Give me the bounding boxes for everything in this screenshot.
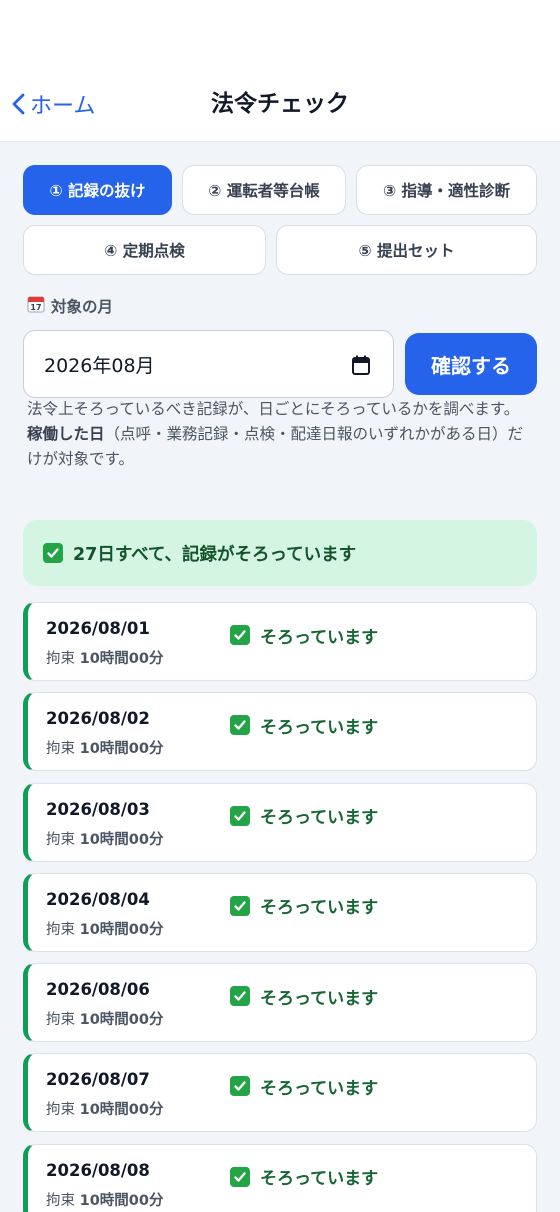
tab-periodic-inspection[interactable]: ④ 定期点検	[23, 225, 266, 275]
day-hours-value: 10時間00分	[79, 1102, 164, 1119]
day-status-text: そろっています	[260, 1169, 379, 1190]
confirm-button[interactable]: 確認する	[405, 333, 537, 395]
day-card[interactable]: 2026/08/02 拘束 10時間00分 そろっています	[23, 692, 537, 772]
day-status: そろっています	[230, 984, 379, 1009]
check-icon	[230, 625, 250, 645]
day-status-text: そろっています	[260, 1078, 379, 1099]
description: 法令上そろっているべき記録が、日ごとにそろっているかを調べます。 稼働した日（点…	[27, 397, 532, 472]
day-date: 2026/08/06	[46, 980, 150, 1000]
summary-text: 27日すべて、記録がそろっています	[73, 544, 357, 565]
description-line-2: 稼働した日（点呼・業務記録・点検・配達日報のいずれかがある日）だけが対象です。	[27, 422, 532, 472]
day-hours-prefix: 拘束	[46, 741, 75, 758]
day-date: 2026/08/03	[46, 799, 150, 819]
description-line-1: 法令上そろっているべき記録が、日ごとにそろっているかを調べます。	[27, 400, 520, 418]
day-hours: 拘束 10時間00分	[46, 918, 163, 939]
day-card[interactable]: 2026/08/01 拘束 10時間00分 そろっています	[23, 602, 537, 681]
month-input-value: 2026年08月	[44, 354, 155, 377]
check-icon	[230, 986, 250, 1007]
tab-guidance-aptitude[interactable]: ③ 指導・適性診断	[356, 165, 537, 215]
day-hours-prefix: 拘束	[46, 1102, 75, 1119]
svg-text:17: 17	[30, 303, 41, 312]
day-card[interactable]: 2026/08/07 拘束 10時間00分 そろっています	[23, 1053, 537, 1133]
day-status: そろっています	[230, 623, 379, 648]
month-input[interactable]: 2026年08月	[23, 330, 394, 398]
description-emphasis: 稼働した日	[27, 425, 105, 443]
check-icon	[230, 1166, 250, 1187]
day-list: 2026/08/01 拘束 10時間00分 そろっています 2026/08/02…	[23, 602, 537, 1212]
day-hours-value: 10時間00分	[79, 921, 164, 938]
day-status: そろっています	[230, 894, 378, 918]
day-status-text: そろっています	[260, 808, 379, 829]
day-status: そろっています	[230, 1165, 378, 1189]
day-hours: 拘束 10時間00分	[46, 1008, 163, 1029]
day-date: 2026/08/02	[46, 709, 150, 729]
day-card[interactable]: 2026/08/03 拘束 10時間00分 そろっています	[23, 782, 537, 862]
check-icon	[230, 805, 250, 826]
day-hours-value: 10時間00分	[79, 741, 164, 758]
day-status-text: そろっています	[260, 717, 379, 738]
day-hours: 拘束 10時間00分	[46, 1189, 163, 1210]
day-card[interactable]: 2026/08/08 拘束 10時間00分 そろっています	[23, 1143, 537, 1212]
tab-row-1: ① 記録の抜け ② 運転者等台帳 ③ 指導・適性診断	[23, 165, 537, 215]
tab-row-2: ④ 定期点検 ⑤ 提出セット	[23, 225, 537, 275]
calendar-picker-icon[interactable]	[351, 354, 371, 376]
day-hours-prefix: 拘束	[46, 1192, 75, 1209]
day-hours: 拘束 10時間00分	[46, 828, 163, 849]
day-status: そろっています	[230, 1074, 379, 1099]
day-hours-prefix: 拘束	[46, 651, 75, 667]
day-hours: 拘束 10時間00分	[46, 1098, 163, 1119]
month-label: 17 対象の月	[27, 294, 113, 318]
day-hours-value: 10時間00分	[79, 1192, 164, 1209]
day-date: 2026/08/08	[46, 1160, 150, 1180]
calendar-icon: 17	[27, 295, 45, 317]
day-status-text: そろっています	[260, 988, 379, 1009]
day-hours-value: 10時間00分	[79, 1012, 164, 1029]
day-hours-prefix: 拘束	[46, 1012, 75, 1029]
tab-missing-records[interactable]: ① 記録の抜け	[23, 165, 172, 215]
page-title: 法令チェック	[211, 91, 349, 117]
day-date: 2026/08/04	[46, 889, 150, 909]
day-hours-value: 10時間00分	[79, 651, 164, 667]
day-date: 2026/08/07	[46, 1070, 150, 1090]
tab-driver-ledger[interactable]: ② 運転者等台帳	[182, 165, 346, 215]
day-hours-prefix: 拘束	[46, 921, 75, 938]
check-icon	[230, 715, 250, 736]
day-date: 2026/08/01	[46, 619, 150, 638]
day-status: そろっています	[230, 804, 378, 828]
day-hours-value: 10時間00分	[79, 831, 164, 848]
summary-banner: 27日すべて、記録がそろっています	[23, 520, 537, 586]
tab-submission-set[interactable]: ⑤ 提出セット	[276, 225, 537, 275]
day-hours: 拘束 10時間00分	[46, 737, 163, 758]
day-card[interactable]: 2026/08/06 拘束 10時間00分 そろっています	[23, 963, 537, 1043]
day-hours: 拘束 10時間00分	[46, 647, 163, 668]
check-icon	[43, 543, 63, 563]
day-status: そろっています	[230, 713, 379, 738]
day-hours-prefix: 拘束	[46, 831, 75, 848]
day-status-text: そろっています	[260, 898, 379, 919]
day-status-text: そろっています	[260, 627, 379, 648]
navigation-bar: ホーム 法令チェック	[0, 0, 560, 142]
month-label-text: 対象の月	[51, 298, 114, 316]
check-icon	[230, 1076, 250, 1097]
check-icon	[230, 895, 250, 916]
day-card[interactable]: 2026/08/04 拘束 10時間00分 そろっています	[23, 872, 537, 952]
